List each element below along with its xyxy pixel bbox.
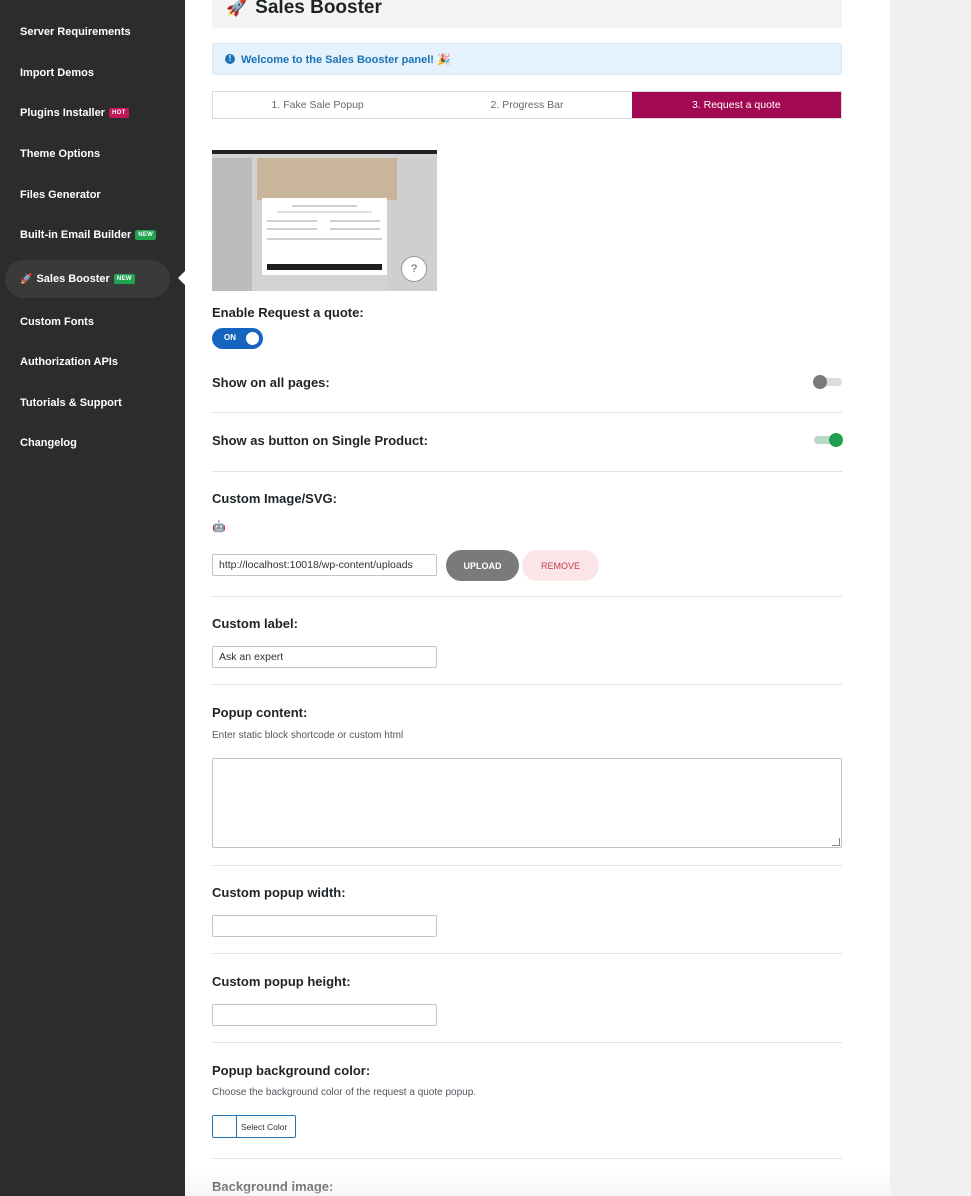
tab-progress-bar[interactable]: 2. Progress Bar xyxy=(422,92,631,118)
sidebar-item-label: Files Generator xyxy=(20,189,101,201)
active-item-pointer xyxy=(178,270,186,286)
popup-content-label: Popup content: xyxy=(212,705,308,720)
admin-sidebar: Server Requirements Import Demos Plugins… xyxy=(0,0,185,1196)
new-badge: NEW xyxy=(135,230,157,240)
sidebar-item-import-demos[interactable]: Import Demos xyxy=(20,67,94,79)
divider xyxy=(212,865,842,866)
color-swatch xyxy=(213,1116,237,1137)
select-color-label: Select Color xyxy=(241,1121,288,1132)
divider xyxy=(212,1158,842,1159)
info-icon: ! xyxy=(225,54,235,64)
tab-request-a-quote[interactable]: 3. Request a quote xyxy=(631,92,841,118)
request-quote-preview-image: ? xyxy=(212,150,437,291)
sidebar-item-changelog[interactable]: Changelog xyxy=(20,437,77,449)
popup-height-label: Custom popup height: xyxy=(212,974,351,989)
sidebar-item-label: Sales Booster xyxy=(36,273,110,285)
right-gutter xyxy=(890,0,971,1196)
enable-label: Enable Request a quote: xyxy=(212,305,364,320)
sidebar-item-email-builder[interactable]: Built-in Email Builder NEW xyxy=(20,229,157,241)
sidebar-item-custom-fonts[interactable]: Custom Fonts xyxy=(20,316,94,328)
sidebar-item-label: Import Demos xyxy=(20,67,94,79)
hot-badge: HOT xyxy=(108,108,129,118)
rocket-icon: 🚀 xyxy=(20,273,33,285)
divider xyxy=(212,1042,842,1043)
show-as-button-label: Show as button on Single Product: xyxy=(212,433,428,448)
custom-image-label: Custom Image/SVG: xyxy=(212,491,337,506)
sidebar-item-label: Server Requirements xyxy=(20,26,131,38)
remove-button[interactable]: REMOVE xyxy=(522,550,599,581)
divider xyxy=(212,412,842,413)
welcome-notice: ! Welcome to the Sales Booster panel! 🎉 xyxy=(212,43,842,75)
sidebar-item-label: Built-in Email Builder xyxy=(20,229,132,241)
sidebar-item-sales-booster[interactable]: 🚀 Sales Booster NEW xyxy=(5,260,170,298)
notice-text: Welcome to the Sales Booster panel! 🎉 xyxy=(241,53,451,66)
sidebar-item-label: Tutorials & Support xyxy=(20,397,122,409)
resize-handle-icon[interactable] xyxy=(832,838,840,846)
popup-width-label: Custom popup width: xyxy=(212,885,346,900)
sidebar-item-label: Plugins Installer xyxy=(20,107,105,119)
sidebar-item-label: Changelog xyxy=(20,437,77,449)
sidebar-item-label: Custom Fonts xyxy=(20,316,94,328)
page-title: Sales Booster xyxy=(255,0,382,18)
popup-content-description: Enter static block shortcode or custom h… xyxy=(212,730,404,741)
popup-bg-color-label: Popup background color: xyxy=(212,1063,371,1078)
custom-label-label: Custom label: xyxy=(212,616,298,631)
rocket-icon: 🚀 xyxy=(226,0,248,17)
toggle-state-text: ON xyxy=(224,333,236,342)
popup-width-input[interactable] xyxy=(212,915,437,937)
toggle-knob xyxy=(246,332,259,345)
divider xyxy=(212,953,842,954)
show-all-pages-label: Show on all pages: xyxy=(212,375,330,390)
sidebar-item-authorization-apis[interactable]: Authorization APIs xyxy=(20,356,118,368)
select-color-button[interactable]: Select Color xyxy=(212,1115,296,1138)
sidebar-item-label: Theme Options xyxy=(20,148,101,160)
custom-image-url-input[interactable]: http://localhost:10018/wp-content/upload… xyxy=(212,554,437,576)
tab-bar: 1. Fake Sale Popup 2. Progress Bar 3. Re… xyxy=(212,91,842,119)
new-badge: NEW xyxy=(113,274,135,284)
upload-button[interactable]: UPLOAD xyxy=(446,550,519,581)
sidebar-item-plugins-installer[interactable]: Plugins Installer HOT xyxy=(20,107,129,119)
question-icon: ? xyxy=(401,256,427,282)
tab-fake-sale-popup[interactable]: 1. Fake Sale Popup xyxy=(213,92,422,118)
divider xyxy=(212,684,842,685)
show-all-pages-switch[interactable] xyxy=(813,375,842,389)
background-image-label: Background image: xyxy=(212,1179,334,1194)
page-header: 🚀 Sales Booster xyxy=(212,0,842,28)
sidebar-item-tutorials-support[interactable]: Tutorials & Support xyxy=(20,397,122,409)
enable-toggle[interactable]: ON xyxy=(212,328,263,349)
sidebar-item-server-requirements[interactable]: Server Requirements xyxy=(20,26,131,38)
show-as-button-switch[interactable] xyxy=(814,433,843,447)
popup-height-input[interactable] xyxy=(212,1004,437,1026)
sidebar-item-theme-options[interactable]: Theme Options xyxy=(20,148,100,160)
sidebar-item-files-generator[interactable]: Files Generator xyxy=(20,189,101,201)
popup-content-textarea[interactable] xyxy=(212,758,842,848)
popup-bg-color-description: Choose the background color of the reque… xyxy=(212,1087,477,1098)
divider xyxy=(212,471,842,472)
divider xyxy=(212,596,842,597)
custom-image-thumbnail-icon: 🤖 xyxy=(212,521,226,533)
sidebar-item-label: Authorization APIs xyxy=(20,356,118,368)
custom-label-input[interactable]: Ask an expert xyxy=(212,646,437,668)
